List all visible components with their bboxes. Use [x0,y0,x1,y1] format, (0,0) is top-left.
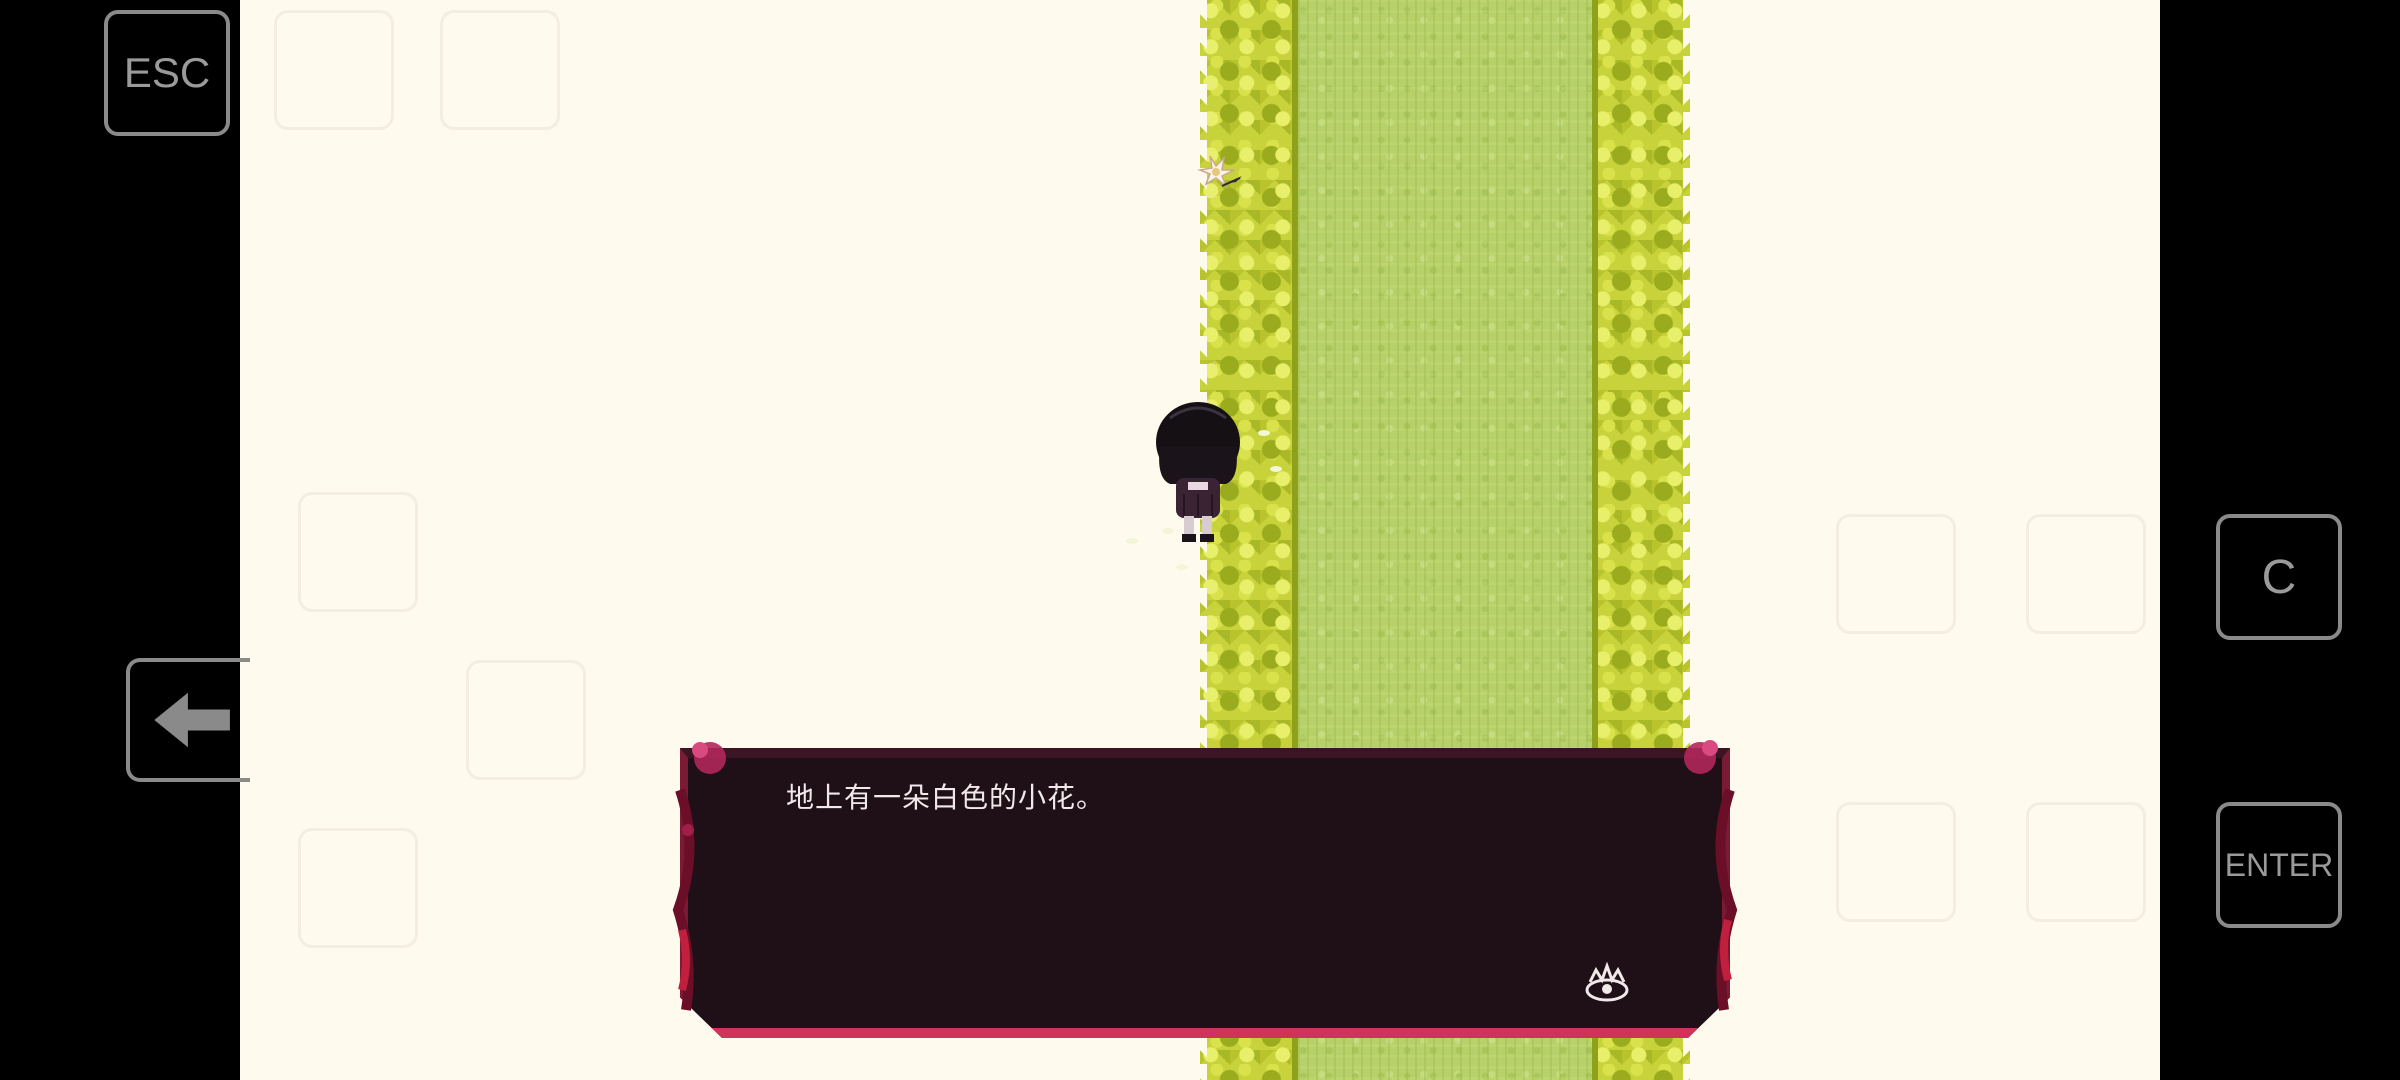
ghost-button [274,10,394,130]
ghost-button [440,10,560,130]
crown-advance-icon[interactable] [1582,962,1632,1004]
petal-decoration [1126,538,1138,544]
ghost-button [1836,514,1956,634]
dialogue-box[interactable]: 地上有一朵白色的小花。 [660,730,1750,1042]
ghost-button [2026,802,2146,922]
enter-label: ENTER [2224,846,2334,883]
c-label: C [2261,550,2297,604]
game-viewport: 地上有一朵白色的小花。 [240,0,2160,1080]
ghost-dpad-down [298,828,418,948]
ghost-button [2026,514,2146,634]
white-flower-sprite [1197,155,1242,189]
left-arrow-button[interactable] [126,658,250,782]
rose-vine-left-decoration [672,742,726,1011]
player-character-sprite [1156,402,1240,542]
petal-decoration [1258,430,1270,436]
petal-decoration [1270,466,1282,472]
esc-label: ESC [123,49,211,96]
rose-vine-right-decoration [1684,740,1738,1011]
petal-decoration [1176,564,1188,570]
ghost-dpad-up [298,492,418,612]
ghost-dpad-right [466,660,586,780]
dialogue-text: 地上有一朵白色的小花。 [786,781,1106,814]
game-screen: 地上有一朵白色的小花。 ESC C ENTER [0,0,2400,1080]
esc-button[interactable]: ESC [104,10,230,136]
enter-button[interactable]: ENTER [2216,802,2342,928]
ghost-button [1836,802,1956,922]
arrow-left-icon [154,692,230,748]
c-button[interactable]: C [2216,514,2342,640]
